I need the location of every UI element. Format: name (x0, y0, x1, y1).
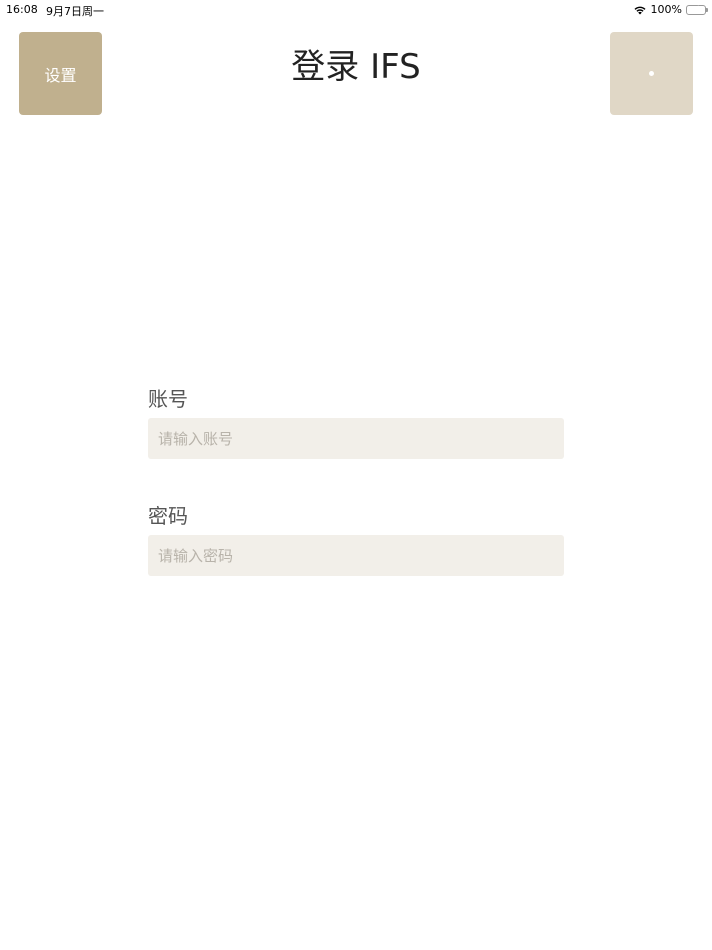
battery-charging-icon: ⚡ (686, 4, 708, 15)
status-bar: 16:08 9月7日周一 100% ⚡ (0, 0, 712, 20)
right-action-button[interactable] (610, 32, 693, 115)
dot-icon (649, 71, 654, 76)
account-input[interactable] (148, 418, 564, 459)
wifi-icon (633, 5, 647, 15)
status-date: 9月7日周一 (46, 5, 104, 18)
account-label: 账号 (148, 387, 188, 411)
status-time: 16:08 (6, 3, 38, 16)
page-title: 登录 IFS (291, 47, 421, 87)
status-right: 100% ⚡ (633, 3, 708, 16)
login-screen: 16:08 9月7日周一 100% ⚡ 设置 登录 IFS 账号 密码 (0, 0, 712, 950)
password-input[interactable] (148, 535, 564, 576)
battery-percent: 100% (650, 3, 682, 16)
password-label: 密码 (148, 504, 188, 528)
